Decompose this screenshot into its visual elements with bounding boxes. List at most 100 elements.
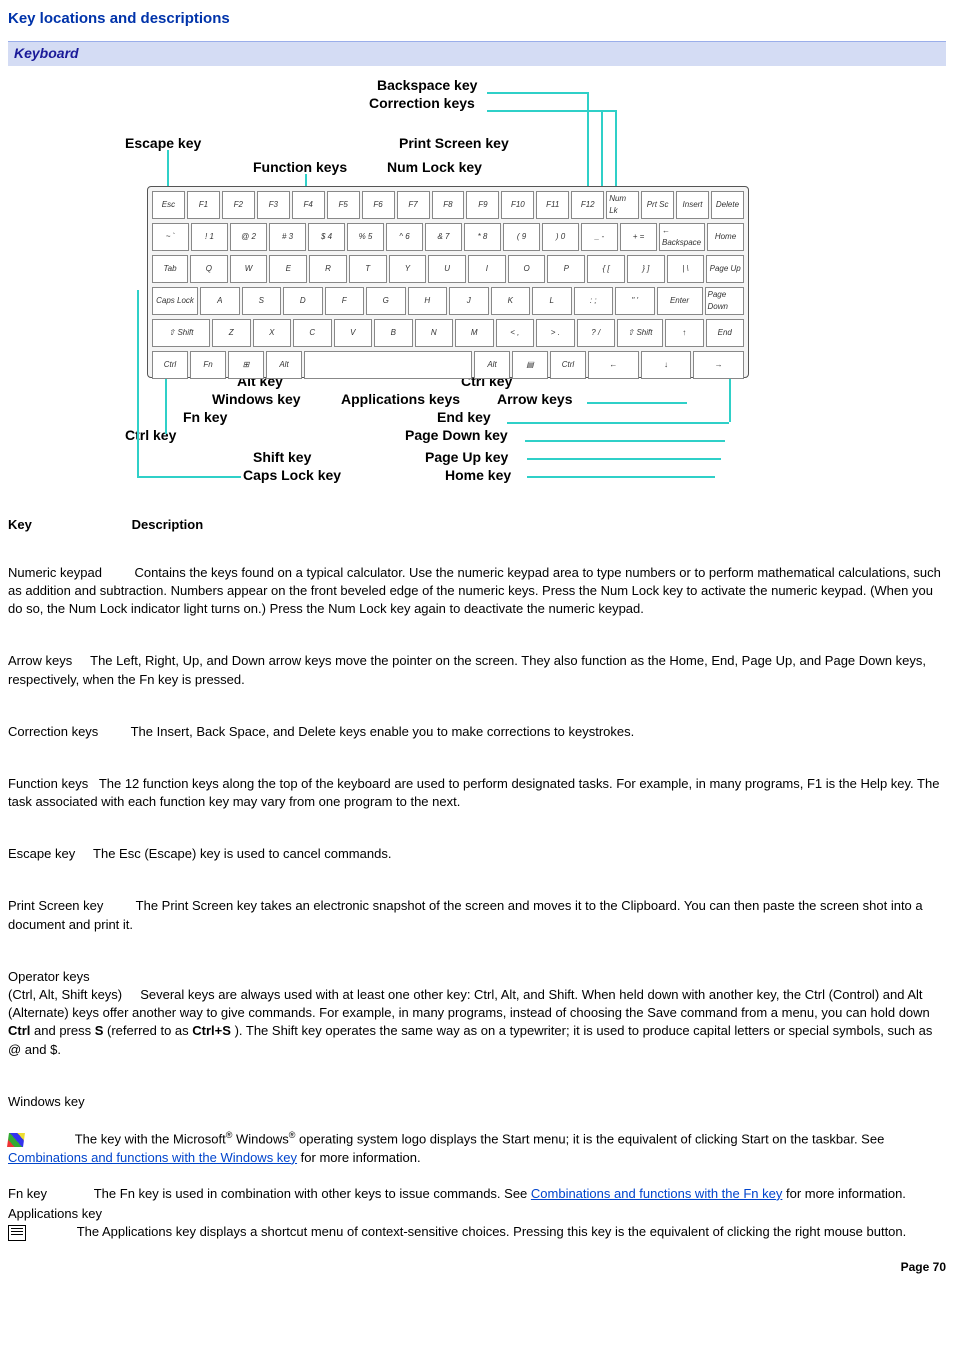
key-s: S (242, 287, 282, 315)
entry-applications-key: Applications key The Applications key di… (8, 1205, 946, 1241)
link-windows-combinations[interactable]: Combinations and functions with the Wind… (8, 1150, 297, 1165)
key-i: I (468, 255, 506, 283)
callout-line (527, 476, 715, 478)
keyboard-row-3: Tab Q W E R T Y U I O P { [ } ] | \ Page… (152, 255, 744, 283)
key-desc-part: The key with the Microsoft (75, 1131, 226, 1146)
key-name: Function keys (8, 776, 88, 791)
key-f12: F12 (571, 191, 604, 219)
entry-fn-key: Fn key The Fn key is used in combination… (8, 1185, 946, 1203)
key-tab: Tab (152, 255, 188, 283)
key-f3: F3 (257, 191, 290, 219)
key-b: B (374, 319, 413, 347)
key-t: T (349, 255, 387, 283)
link-fn-combinations[interactable]: Combinations and functions with the Fn k… (531, 1186, 782, 1201)
key-h: H (408, 287, 448, 315)
label-fn: Fn key (183, 408, 227, 428)
key-enter: Enter (657, 287, 703, 315)
key-backslash: | \ (667, 255, 705, 283)
key-desc: The Insert, Back Space, and Delete keys … (131, 724, 635, 739)
key-apps: ▤ (512, 351, 548, 379)
label-capslock: Caps Lock key (243, 466, 341, 486)
keyboard-row-5: ⇧ Shift Z X C V B N M < , > . ? / ⇧ Shif… (152, 319, 744, 347)
key-d: D (283, 287, 323, 315)
key-5: % 5 (347, 223, 384, 251)
key-desc-part: operating system logo displays the Start… (299, 1131, 884, 1146)
key-minus: _ - (581, 223, 618, 251)
callout-line (525, 440, 725, 442)
callout-line (587, 92, 589, 188)
key-desc: The Print Screen key takes an electronic… (8, 898, 923, 931)
callout-line (487, 110, 615, 112)
key-w: W (230, 255, 268, 283)
key-esc: Esc (152, 191, 185, 219)
key-0: ) 0 (542, 223, 579, 251)
key-desc: The Esc (Escape) key is used to cancel c… (93, 846, 391, 861)
callout-line (615, 110, 617, 190)
windows-logo-icon (7, 1133, 25, 1147)
key-c: C (293, 319, 332, 347)
key-3: # 3 (269, 223, 306, 251)
keyboard-row-6: Ctrl Fn ⊞ Alt Alt ▤ Ctrl ← ↓ → (152, 351, 744, 379)
key-slash: ? / (577, 319, 616, 347)
reg-mark: ® (226, 1130, 233, 1140)
entry-arrow-keys: Arrow keys The Left, Right, Up, and Down… (8, 652, 946, 688)
entry-escape-key: Escape key The Esc (Escape) key is used … (8, 845, 946, 863)
key-rshift: ⇧ Shift (617, 319, 663, 347)
keyboard-row-4: Caps Lock A S D F G H J K L : ; " ' Ente… (152, 287, 744, 315)
key-desc-part: (referred to as (107, 1023, 192, 1038)
callout-line (167, 150, 169, 190)
label-arrow: Arrow keys (497, 390, 572, 410)
ctrl-bold: Ctrl (8, 1023, 30, 1038)
key-capslock: Caps Lock (152, 287, 198, 315)
key-numlk: Num Lk (606, 191, 639, 219)
key-f8: F8 (432, 191, 465, 219)
key-equals: + = (620, 223, 657, 251)
key-desc-part: Several keys are always used with at lea… (8, 987, 930, 1020)
key-desc-part: for more information. (786, 1186, 906, 1201)
key-home: Home (707, 223, 744, 251)
key-f4: F4 (292, 191, 325, 219)
key-desc-part: for more information. (301, 1150, 421, 1165)
page-number: Page 70 (901, 1259, 946, 1276)
key-sub: (Ctrl, Alt, Shift keys) (8, 987, 122, 1002)
label-pageup: Page Up key (425, 448, 508, 468)
label-function: Function keys (253, 158, 347, 178)
key-f9: F9 (466, 191, 499, 219)
label-backspace: Backspace key (377, 76, 477, 96)
key-q: Q (190, 255, 228, 283)
key-desc-part: The Fn key is used in combination with o… (94, 1186, 531, 1201)
key-k: K (491, 287, 531, 315)
label-shift: Shift key (253, 448, 311, 468)
key-name: Arrow keys (8, 653, 72, 668)
key-lctrl: Ctrl (152, 351, 188, 379)
key-f7: F7 (397, 191, 430, 219)
key-1: ! 1 (191, 223, 228, 251)
entry-numeric-keypad: Numeric keypad Contains the keys found o… (8, 564, 946, 619)
key-g: G (366, 287, 406, 315)
key-delete: Delete (711, 191, 744, 219)
key-f: F (325, 287, 365, 315)
key-j: J (449, 287, 489, 315)
key-x: X (253, 319, 292, 347)
page-title: Key locations and descriptions (8, 8, 946, 29)
key-z: Z (212, 319, 251, 347)
key-y: Y (389, 255, 427, 283)
callout-line (487, 92, 587, 94)
key-fn: Fn (190, 351, 226, 379)
key-name: Escape key (8, 846, 75, 861)
key-l: L (532, 287, 572, 315)
key-f6: F6 (362, 191, 395, 219)
callout-line (137, 290, 139, 476)
reg-mark: ® (289, 1130, 296, 1140)
label-pagedown: Page Down key (405, 426, 508, 446)
key-backspace: ← Backspace (659, 223, 705, 251)
key-n: N (415, 319, 454, 347)
key-rctrl: Ctrl (550, 351, 586, 379)
callout-line (527, 458, 721, 460)
key-right: → (693, 351, 744, 379)
key-name: Windows key (8, 1094, 85, 1109)
ctrls-bold: Ctrl+S (192, 1023, 231, 1038)
label-printscreen: Print Screen key (399, 134, 509, 154)
label-escape: Escape key (125, 134, 201, 154)
key-f2: F2 (222, 191, 255, 219)
